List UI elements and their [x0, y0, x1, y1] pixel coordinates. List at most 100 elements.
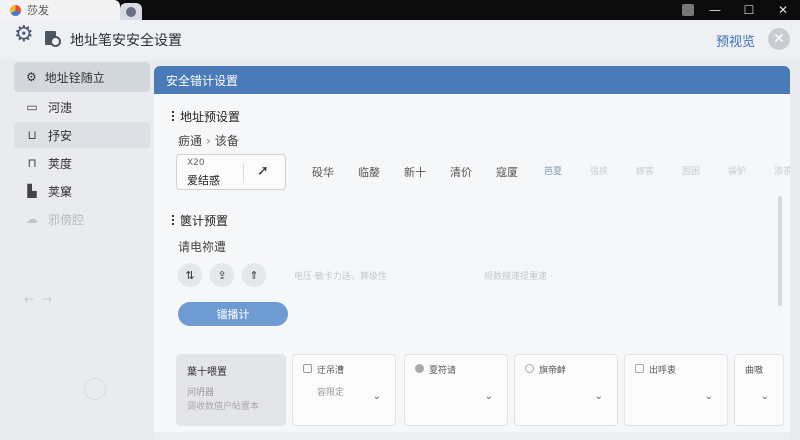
option-card[interactable]: 迂吊漕 容限定 ⌄	[292, 354, 396, 426]
option-title: 夏符请	[429, 366, 457, 376]
chip[interactable]: 寇厦	[484, 164, 530, 180]
window-controls: — ☐ ✕	[682, 0, 800, 20]
sidebar-item-3[interactable]: ⊓ 荚度	[14, 150, 150, 176]
chevron-down-icon[interactable]: ⌄	[595, 391, 603, 402]
panel-bottom-strip	[154, 432, 790, 440]
section-marker-icon	[172, 214, 174, 227]
chevron-right-icon: ›	[206, 134, 211, 148]
badge-icon	[682, 4, 694, 16]
cloud-icon: ☁	[26, 212, 38, 226]
chip[interactable]: 强挟	[576, 164, 622, 180]
preview-link[interactable]: 预视览	[716, 31, 755, 50]
section-title-text: 篋计预置	[180, 214, 229, 228]
address-input[interactable]: X20 爱结惑 ➚	[176, 154, 286, 190]
laptop-icon: ⊔	[27, 128, 37, 142]
sidebar-circle-icon	[84, 378, 106, 400]
sidebar-item-4[interactable]: ▙ 荚窠	[14, 178, 150, 204]
main-panel: 安全错计设置 地址预设置 疬通 › 该备 X20 爱结惑 ➚ 砓华 临嫠 新十 清价…	[154, 66, 790, 440]
lock-icon: ⊓	[27, 156, 37, 170]
chevron-down-icon[interactable]: ⌄	[761, 391, 769, 402]
option-title: 迂吊漕	[317, 366, 345, 376]
close-icon[interactable]: ✕	[768, 28, 790, 50]
avatar-icon	[126, 6, 136, 17]
radio-empty-icon	[525, 364, 534, 373]
breadcrumb: 疬通 › 该备	[178, 132, 239, 149]
sidebar-item-label: 邪傍腔	[48, 212, 85, 227]
sort-button[interactable]: ⇅	[178, 263, 202, 287]
calc-subtitle: 请电祢遭	[178, 240, 227, 254]
chip[interactable]: 新十	[392, 164, 438, 180]
os-title-bar: 莎发 — ☐ ✕	[0, 0, 800, 20]
raise-button[interactable]: ⇑	[242, 263, 266, 287]
breadcrumb-item[interactable]: 该备	[215, 134, 239, 148]
sidebar-item-2[interactable]: ⊔ 抒安	[14, 122, 150, 148]
sidebar-item-label: 抒安	[48, 128, 73, 143]
chevron-down-icon[interactable]: ⌄	[705, 391, 713, 402]
sidebar-header-label: 地址铨随立	[44, 70, 105, 85]
sidebar-item-1[interactable]: ▭ 河漶	[14, 94, 150, 120]
radio-filled-icon	[415, 364, 424, 373]
address-section-title: 地址预设置	[172, 108, 240, 125]
divider	[243, 163, 244, 183]
sidebar-item-5[interactable]: ☁ 邪傍腔	[14, 206, 150, 232]
chip[interactable]: 嫁害	[622, 164, 668, 180]
option-line: 调收数值户帖置本	[187, 402, 260, 412]
checkbox-icon	[635, 364, 644, 373]
sidebar: ⚙ 地址铨随立 ▭ 河漶 ⊔ 抒安 ⊓ 荚度 ▙ 荚窠 ☁ 邪傍腔 ←→	[14, 62, 150, 440]
section-title-text: 地址预设置	[180, 110, 241, 124]
scrollbar[interactable]	[778, 196, 782, 306]
tab-title: 莎发	[27, 4, 49, 17]
chip[interactable]: 袋驴	[714, 164, 760, 180]
blurred-hint: 电压·敏卡力送，算级性	[294, 272, 387, 282]
option-card[interactable]: 旗帝衅 ⌄	[514, 354, 618, 426]
section-marker-icon	[172, 110, 174, 123]
chip[interactable]: 清价	[438, 164, 484, 180]
option-title: 出呼衷	[649, 366, 677, 376]
sidebar-nav-arrows-icon[interactable]: ←→	[24, 292, 60, 306]
chip[interactable]: 添茶	[760, 164, 790, 180]
address-input-value: 爱结惑	[187, 174, 220, 187]
maximize-button[interactable]: ☐	[732, 0, 766, 20]
gear-icon[interactable]: ⚙	[14, 22, 34, 47]
panel-header: 安全错计设置	[154, 66, 790, 94]
option-line: 容限定	[317, 388, 345, 398]
chip[interactable]: 临嫠	[346, 164, 392, 180]
chip[interactable]: 囿困	[668, 164, 714, 180]
chip[interactable]: 芭夏	[530, 164, 576, 180]
minimize-button[interactable]: —	[698, 0, 732, 20]
chevron-down-icon[interactable]: ⌄	[485, 391, 493, 402]
breadcrumb-item[interactable]: 疬通	[178, 134, 202, 148]
address-input-label: X20	[187, 158, 205, 168]
app-header: ⚙ 地址笔安安全设置 预视览 ✕	[0, 20, 800, 60]
chip[interactable]: 砓华	[300, 164, 346, 180]
app-favicon-icon	[10, 4, 21, 16]
upload-button[interactable]: ⇪	[210, 263, 234, 287]
close-window-button[interactable]: ✕	[766, 0, 800, 20]
option-title: 曲嗷	[745, 366, 764, 376]
sidebar-item-label: 荚窠	[48, 184, 73, 199]
calc-section-title: 篋计预置	[172, 212, 228, 229]
secondary-tab[interactable]	[120, 3, 142, 20]
option-card[interactable]: 曲嗷 ⌄	[734, 354, 784, 426]
option-card[interactable]: 葉十喂置 问坍器 调收数值户帖置本	[176, 354, 286, 426]
option-card[interactable]: 夏符请 ⌄	[404, 354, 508, 426]
option-line: 问坍器	[187, 388, 215, 398]
browser-tab[interactable]: 莎发	[0, 0, 120, 20]
go-arrow-icon[interactable]: ➚	[257, 163, 269, 179]
sidebar-header[interactable]: ⚙ 地址铨随立	[14, 62, 150, 92]
monitor-icon: ▭	[26, 100, 38, 114]
sidebar-item-label: 河漶	[48, 100, 73, 115]
blurred-hint: 规数搜速提重速 ·	[484, 272, 553, 282]
calculate-button[interactable]: 镭播计	[178, 302, 288, 326]
edit-icon	[303, 364, 312, 373]
document-icon	[45, 31, 61, 47]
option-title: 葉十喂置	[187, 367, 227, 378]
option-card[interactable]: 出呼衷 ⌄	[624, 354, 728, 426]
page-title: 地址笔安安全设置	[70, 33, 182, 49]
sidebar-item-label: 荚度	[48, 156, 73, 171]
option-title: 旗帝衅	[539, 366, 567, 376]
chevron-down-icon[interactable]: ⌄	[373, 391, 381, 402]
chip-row: 砓华 临嫠 新十 清价 寇厦 芭夏 强挟 嫁害 囿困 袋驴 添茶	[300, 164, 790, 180]
gear-icon: ⚙	[26, 70, 37, 84]
building-icon: ▙	[27, 184, 37, 198]
